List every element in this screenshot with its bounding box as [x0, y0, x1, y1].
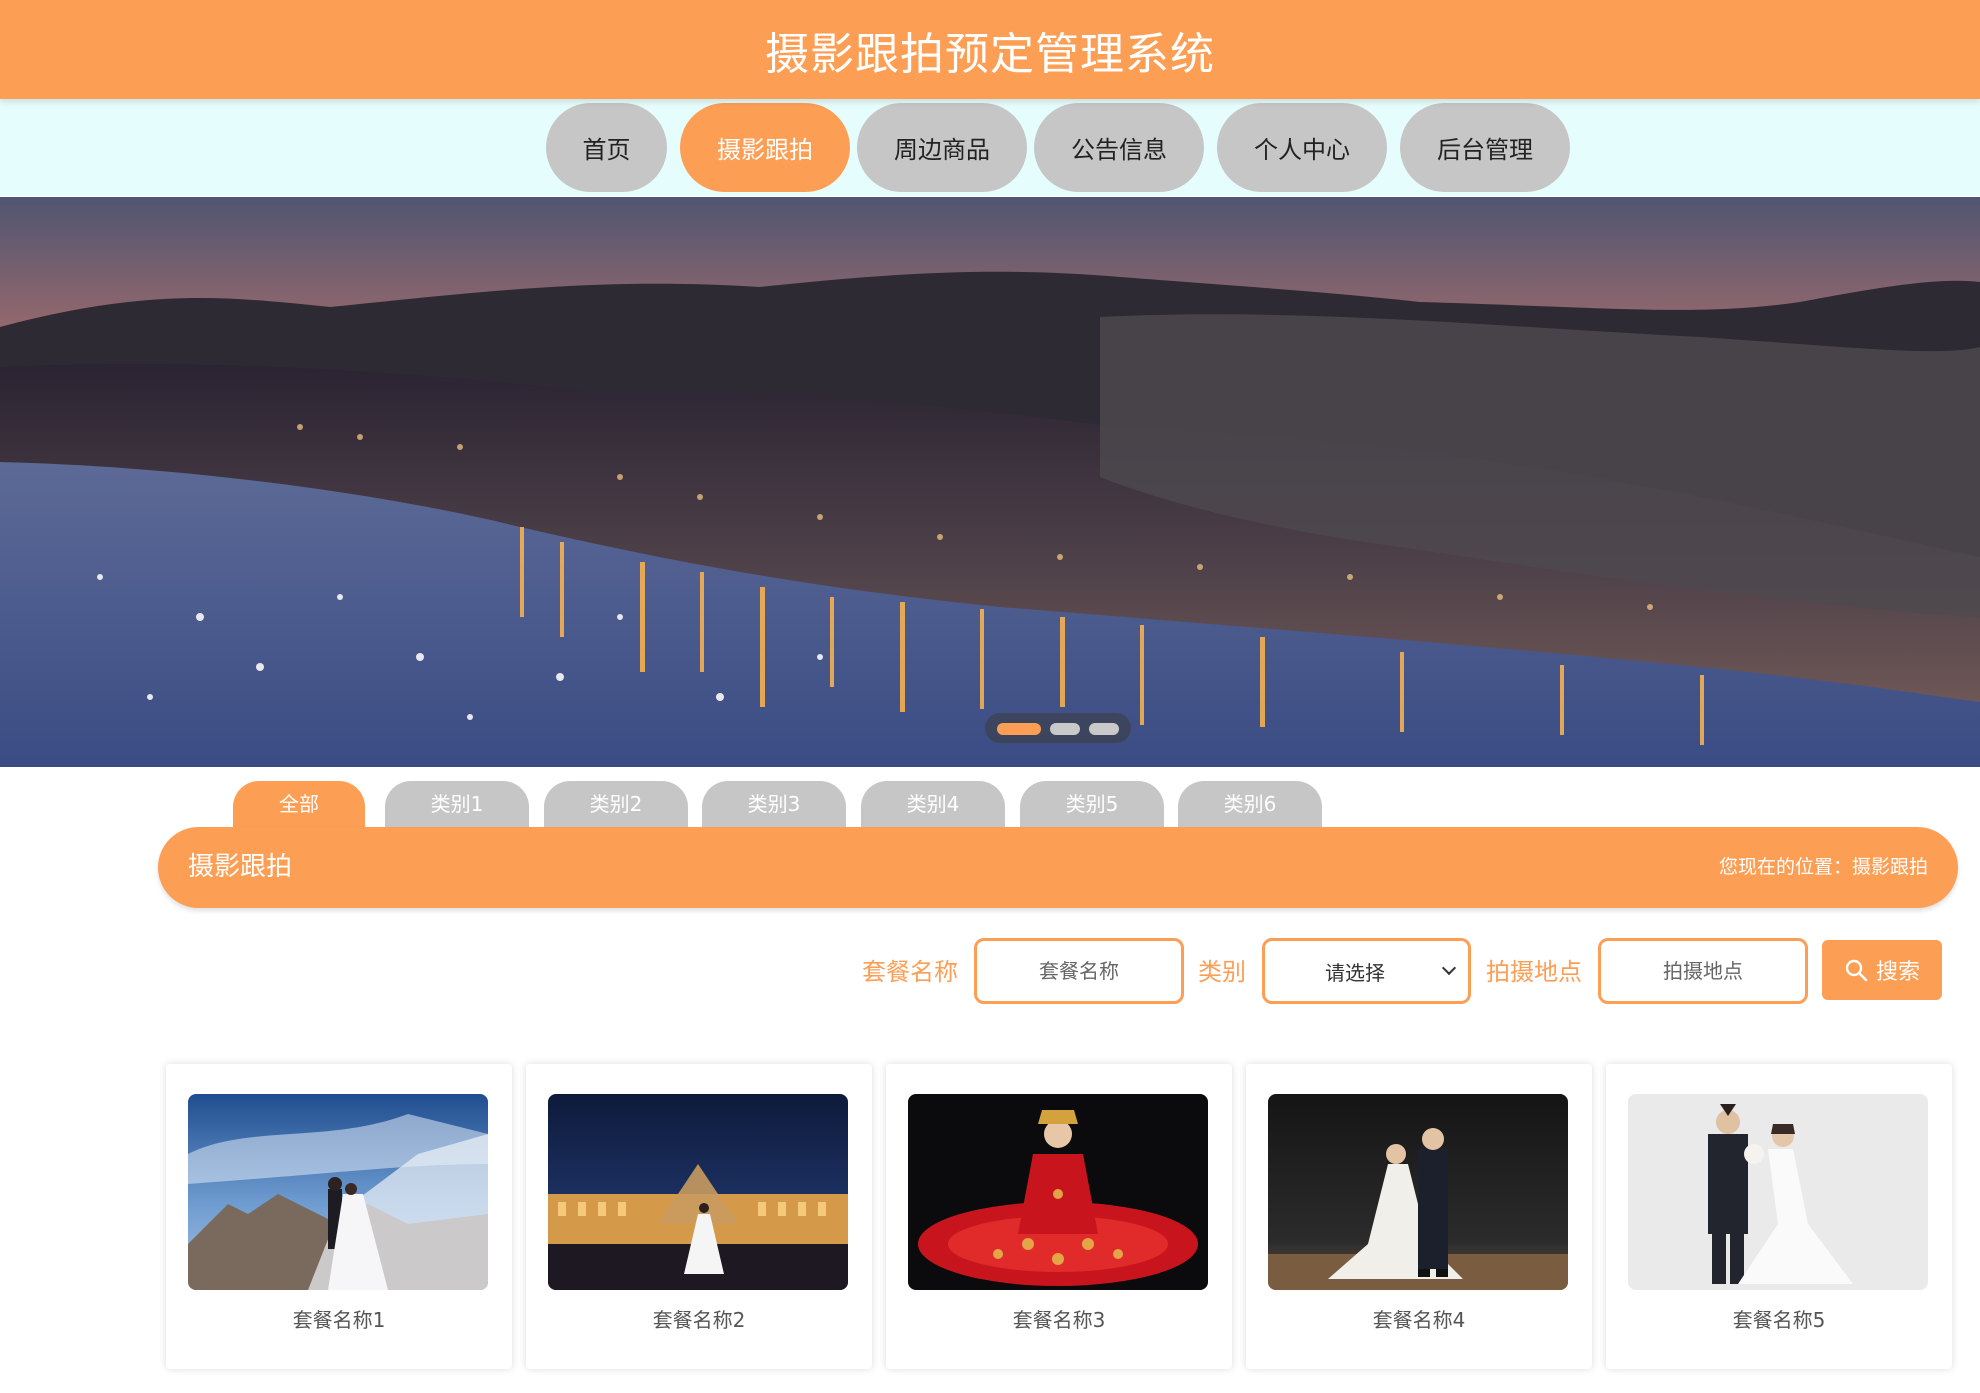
package-card[interactable]: 套餐名称5	[1606, 1064, 1952, 1369]
section-title: 摄影跟拍	[188, 852, 293, 882]
package-name-input[interactable]	[974, 938, 1184, 1004]
chevron-down-icon	[1441, 960, 1457, 976]
carousel-indicator	[985, 713, 1131, 743]
carousel-dot-2[interactable]	[1050, 723, 1080, 735]
nav-item-products[interactable]: 周边商品	[857, 103, 1027, 192]
carousel-dot-1[interactable]	[997, 723, 1041, 735]
tab-category-3[interactable]: 类别3	[702, 781, 846, 831]
location-input[interactable]	[1598, 938, 1808, 1004]
site-header: 摄影跟拍预定管理系统	[0, 0, 1980, 99]
tab-category-4[interactable]: 类别4	[861, 781, 1005, 831]
package-card[interactable]: 套餐名称1	[166, 1064, 512, 1369]
package-name-label: 套餐名称	[862, 958, 958, 986]
package-photo	[908, 1094, 1208, 1290]
package-card[interactable]: 套餐名称3	[886, 1064, 1232, 1369]
breadcrumb: 您现在的位置：摄影跟拍	[1718, 856, 1928, 878]
package-photo	[1628, 1094, 1928, 1290]
package-name: 套餐名称3	[1012, 1308, 1106, 1332]
search-icon	[1845, 959, 1868, 982]
category-select-value: 请选择	[1325, 960, 1385, 985]
site-title: 摄影跟拍预定管理系统	[765, 28, 1215, 80]
package-name: 套餐名称1	[292, 1308, 386, 1332]
carousel-dot-3[interactable]	[1089, 723, 1119, 735]
package-name: 套餐名称4	[1372, 1308, 1466, 1332]
search-button[interactable]: 搜索	[1822, 940, 1942, 1000]
search-button-label: 搜索	[1875, 960, 1920, 985]
package-name: 套餐名称5	[1732, 1308, 1826, 1332]
tab-all[interactable]: 全部	[233, 781, 365, 831]
package-card[interactable]: 套餐名称2	[526, 1064, 872, 1369]
hero-banner[interactable]	[0, 197, 1980, 767]
nav-item-home[interactable]: 首页	[546, 103, 667, 192]
nav-item-profile[interactable]: 个人中心	[1217, 103, 1387, 192]
package-card[interactable]: 套餐名称4	[1246, 1064, 1592, 1369]
tab-category-2[interactable]: 类别2	[544, 781, 688, 831]
package-name: 套餐名称2	[652, 1308, 746, 1332]
tab-category-5[interactable]: 类别5	[1020, 781, 1164, 831]
package-photo	[548, 1094, 848, 1290]
location-label: 拍摄地点	[1486, 958, 1582, 986]
banner-image	[0, 197, 1980, 767]
main-nav: 首页 摄影跟拍 周边商品 公告信息 个人中心 后台管理	[0, 99, 1980, 196]
package-photo	[1268, 1094, 1568, 1290]
category-select[interactable]: 请选择	[1262, 938, 1471, 1004]
package-photo	[188, 1094, 488, 1290]
category-label: 类别	[1198, 958, 1246, 986]
tab-category-6[interactable]: 类别6	[1178, 781, 1322, 831]
section-header: 摄影跟拍 您现在的位置：摄影跟拍	[158, 827, 1958, 908]
nav-item-announcements[interactable]: 公告信息	[1034, 103, 1204, 192]
tab-category-1[interactable]: 类别1	[385, 781, 529, 831]
nav-item-photography[interactable]: 摄影跟拍	[680, 103, 850, 192]
nav-item-admin[interactable]: 后台管理	[1400, 103, 1570, 192]
